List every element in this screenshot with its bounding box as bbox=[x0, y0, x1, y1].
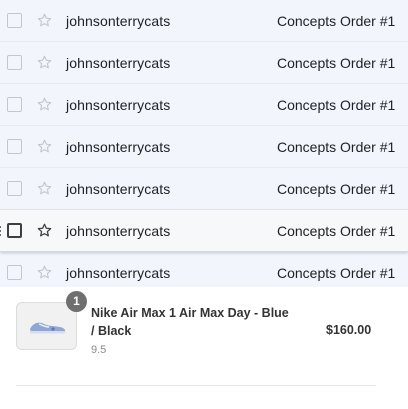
email-subject: Concepts Order #1 bbox=[277, 96, 396, 113]
star-outline-icon[interactable] bbox=[36, 222, 53, 239]
email-subject: Concepts Order #1 bbox=[277, 54, 396, 71]
email-row[interactable]: johnsonterrycats Concepts Order #1 bbox=[0, 84, 408, 126]
email-row[interactable]: johnsonterrycats Concepts Order #1 bbox=[0, 42, 408, 84]
checkbox-icon[interactable] bbox=[7, 55, 22, 70]
order-item-card: 1 Nike Air Max 1 Air Max Day - Blue / Bl… bbox=[0, 287, 408, 409]
email-list: johnsonterrycats Concepts Order #1 johns… bbox=[0, 0, 408, 294]
product-price: $160.00 bbox=[326, 323, 372, 337]
email-row[interactable]: johnsonterrycats Concepts Order #1 bbox=[0, 0, 408, 42]
email-subject: Concepts Order #1 bbox=[277, 264, 396, 281]
checkbox-icon[interactable] bbox=[7, 139, 22, 154]
product-name-line1: Nike Air Max 1 Air Max Day - Blue bbox=[91, 306, 289, 320]
quantity-badge: 1 bbox=[66, 291, 87, 312]
sneaker-thumbnail[interactable] bbox=[16, 302, 77, 350]
checkbox-icon[interactable] bbox=[7, 13, 22, 28]
email-sender: johnsonterrycats bbox=[66, 138, 171, 155]
checkbox-icon[interactable] bbox=[7, 97, 22, 112]
product-size: 9.5 bbox=[91, 344, 107, 356]
checkbox-icon[interactable] bbox=[7, 265, 22, 280]
email-subject: Concepts Order #1 bbox=[277, 222, 396, 239]
email-sender: johnsonterrycats bbox=[66, 180, 171, 197]
checkbox-icon[interactable] bbox=[7, 181, 22, 196]
email-sender: johnsonterrycats bbox=[66, 12, 171, 29]
email-sender: johnsonterrycats bbox=[66, 222, 171, 239]
star-outline-icon[interactable] bbox=[36, 180, 53, 197]
product-name: Nike Air Max 1 Air Max Day - Blue / Blac… bbox=[91, 304, 311, 340]
star-outline-icon[interactable] bbox=[36, 12, 53, 29]
email-row[interactable]: johnsonterrycats Concepts Order #1 bbox=[0, 126, 408, 168]
email-row[interactable]: johnsonterrycats Concepts Order #1 bbox=[0, 168, 408, 210]
email-subject: Concepts Order #1 bbox=[277, 180, 396, 197]
divider bbox=[16, 385, 376, 386]
email-row-hovered[interactable]: johnsonterrycats Concepts Order #1 bbox=[0, 210, 408, 252]
star-outline-icon[interactable] bbox=[36, 54, 53, 71]
product-name-line2: / Black bbox=[91, 324, 132, 338]
star-outline-icon[interactable] bbox=[36, 264, 53, 281]
star-outline-icon[interactable] bbox=[36, 138, 53, 155]
sneaker-icon bbox=[30, 322, 66, 334]
star-outline-icon[interactable] bbox=[36, 96, 53, 113]
email-sender: johnsonterrycats bbox=[66, 96, 171, 113]
email-sender: johnsonterrycats bbox=[66, 264, 171, 281]
drag-handle-icon[interactable] bbox=[0, 225, 2, 237]
email-subject: Concepts Order #1 bbox=[277, 138, 396, 155]
checkbox-icon[interactable] bbox=[7, 223, 22, 238]
email-sender: johnsonterrycats bbox=[66, 54, 171, 71]
email-subject: Concepts Order #1 bbox=[277, 12, 396, 29]
